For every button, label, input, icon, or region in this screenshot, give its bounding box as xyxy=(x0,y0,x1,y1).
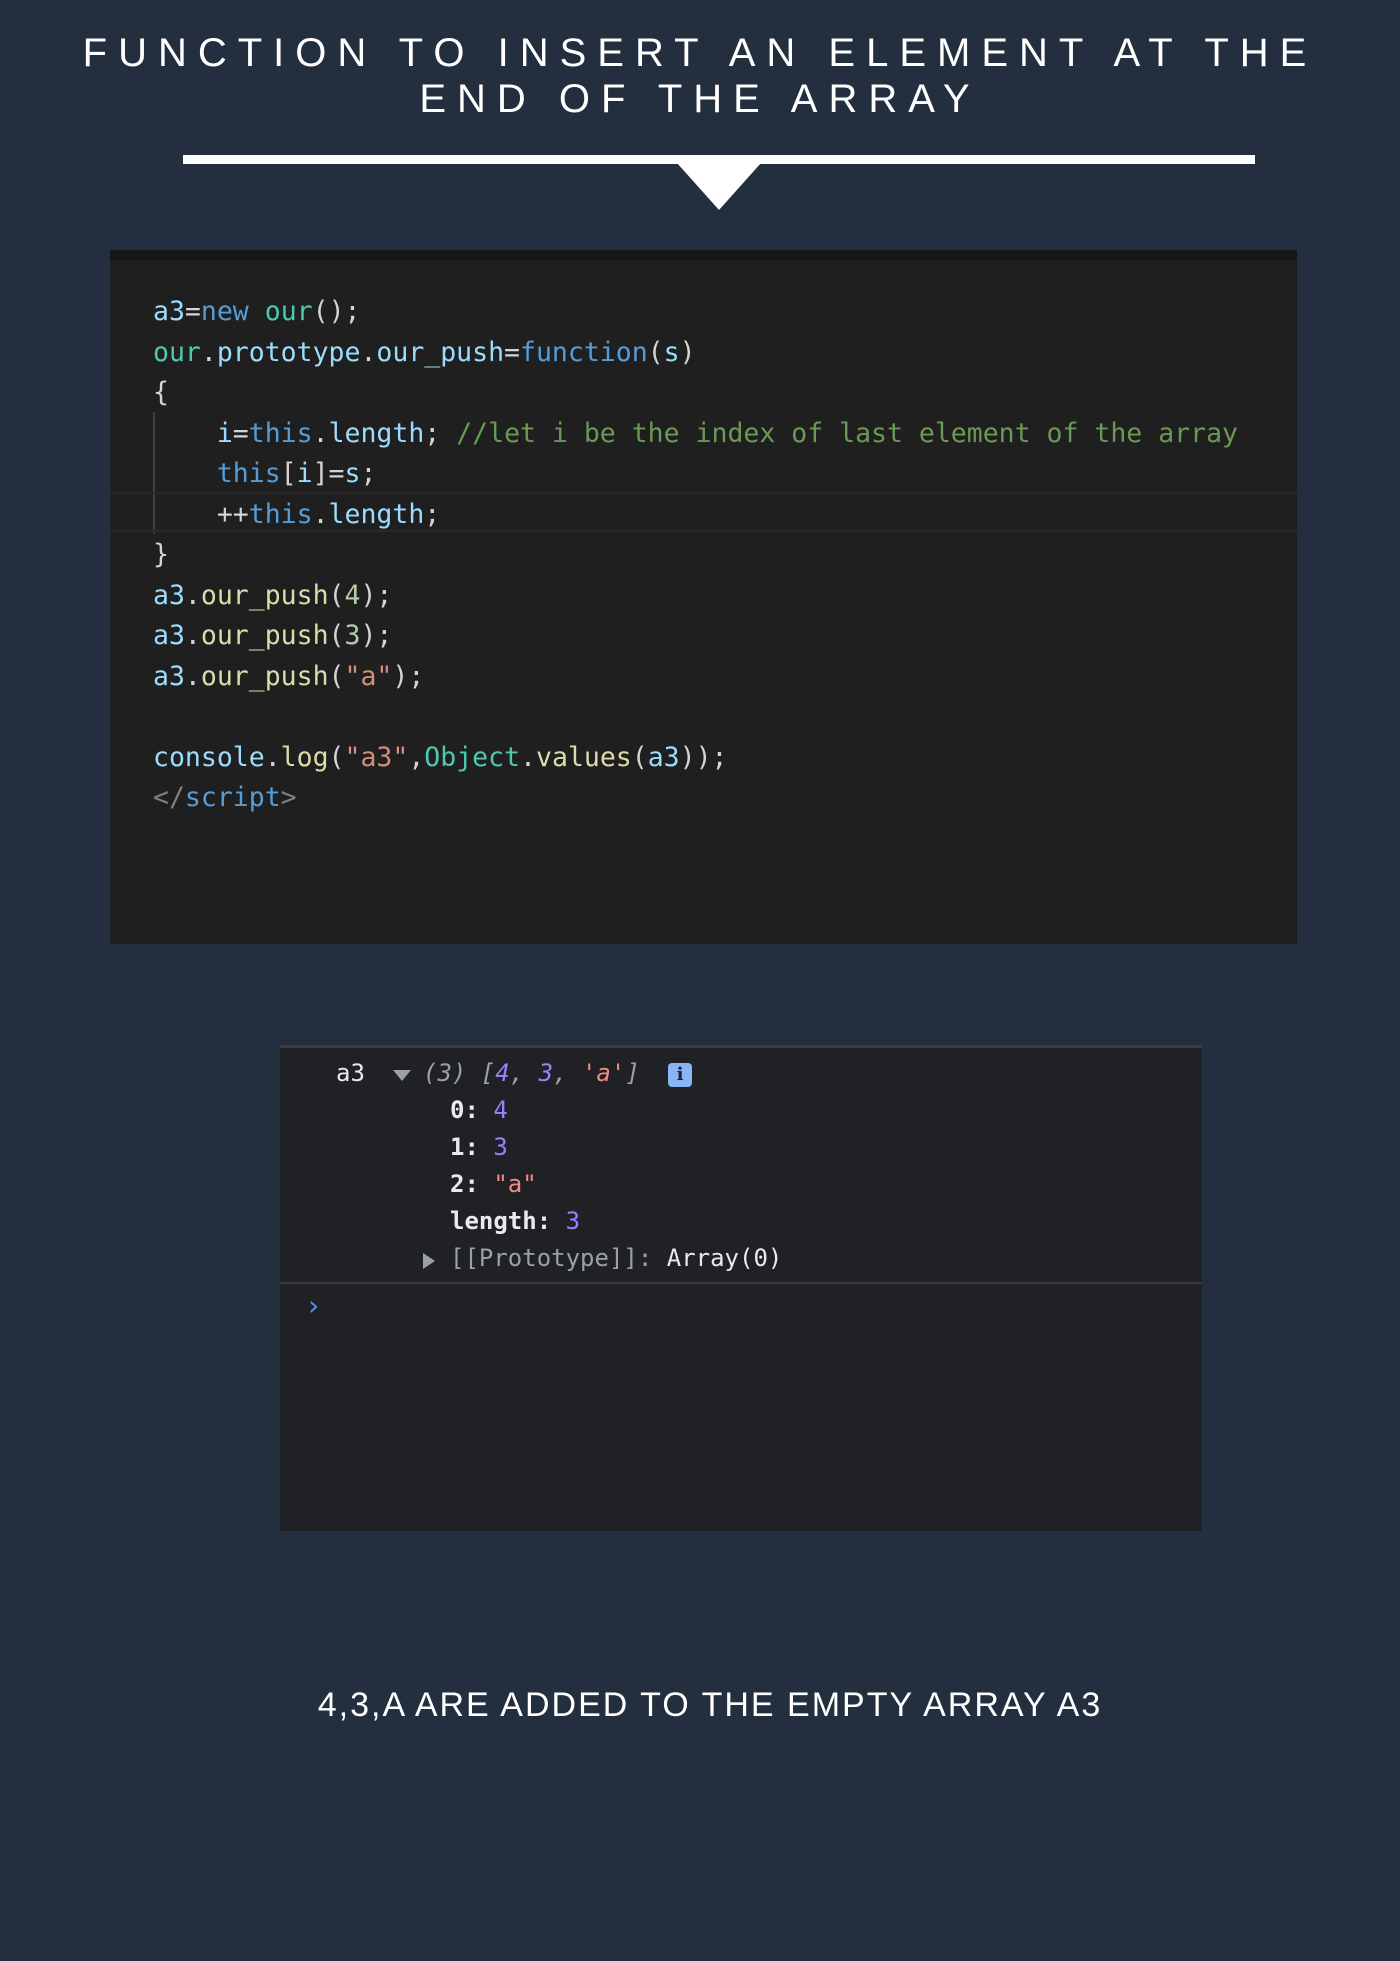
array-entry: 2: "a" xyxy=(450,1170,537,1198)
array-entry: 0: 4 xyxy=(450,1096,508,1124)
expand-triangle-down-icon[interactable] xyxy=(393,1070,411,1081)
info-icon[interactable]: i xyxy=(668,1063,692,1087)
code-line-3: { xyxy=(153,377,169,408)
code-line-4: i=this.length; //let i be the index of l… xyxy=(216,417,1238,449)
code-line-7: } xyxy=(153,539,169,570)
console-top-border xyxy=(280,1045,1202,1048)
code-line-9: a3.our_push(3); xyxy=(153,620,393,651)
code-line-6: ++this.length; xyxy=(216,498,441,530)
code-editor: a3=new our(); our.prototype.our_push=func… xyxy=(110,250,1297,944)
editor-top-bar xyxy=(110,250,1297,260)
code-line-8: a3.our_push(4); xyxy=(153,579,393,611)
divider-arrow xyxy=(677,163,761,210)
array-length-entry: length: 3 xyxy=(450,1207,581,1235)
code-line-10: a3.our_push("a"); xyxy=(153,660,425,692)
console-prompt-icon[interactable]: › xyxy=(308,1289,319,1322)
code-line-13: </script> xyxy=(153,782,297,813)
array-entry: 1: 3 xyxy=(450,1133,508,1161)
console-log-label: a3 xyxy=(336,1059,365,1087)
caption: 4,3,A ARE ADDED TO THE EMPTY ARRAY A3 xyxy=(317,1686,1103,1724)
code-line-5: this[i]=s; xyxy=(216,458,377,489)
expand-triangle-right-icon[interactable] xyxy=(423,1253,435,1269)
prototype-entry[interactable]: [[Prototype]]: Array(0) xyxy=(450,1244,782,1272)
code-line-12: console.log("a3",Object.values(a3)); xyxy=(153,741,728,773)
code-block[interactable]: a3=new our(); our.prototype.our_push=func… xyxy=(153,292,1238,819)
array-summary[interactable]: (3) [4, 3, 'a'] xyxy=(423,1059,640,1087)
console-separator xyxy=(280,1282,1202,1284)
code-line-1: a3=new our(); xyxy=(153,296,361,327)
page-title: FUNCTION TO INSERT AN ELEMENT AT THE END… xyxy=(82,31,1318,121)
devtools-console: a3 (3) [4, 3, 'a'] i 0: 4 1: 3 2: "a" le… xyxy=(280,1045,1202,1531)
code-line-2: our.prototype.our_push=function(s) xyxy=(153,336,696,368)
